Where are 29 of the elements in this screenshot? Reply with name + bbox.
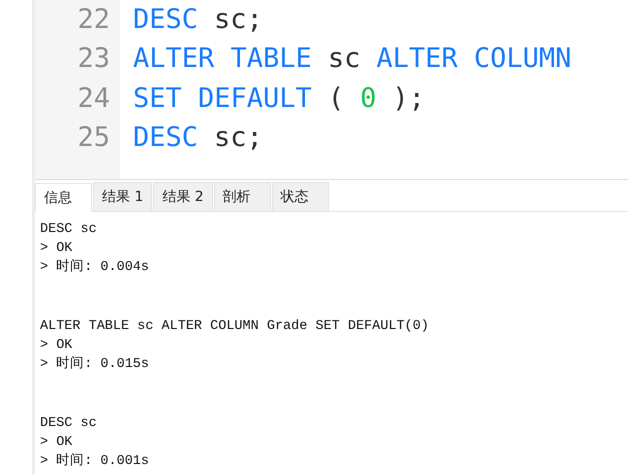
- sql-keyword: DESC: [133, 121, 198, 155]
- tab[interactable]: 结果 1: [93, 182, 152, 211]
- tab[interactable]: 剖析: [214, 182, 271, 211]
- log-line: > OK: [40, 240, 74, 258]
- code-text: sc: [328, 42, 360, 76]
- code-text: );: [392, 82, 425, 116]
- sql-keyword: ALTER TABLE: [133, 42, 312, 76]
- log-line: ALTER TABLE sc ALTER COLUMN Grade SET DEFAULT(0): [40, 318, 430, 336]
- log-line: > OK: [40, 337, 74, 355]
- tab[interactable]: 结果 2: [153, 182, 213, 211]
- line-number: 23: [77, 42, 110, 76]
- line-number: 24: [77, 82, 110, 116]
- code-text: (: [328, 82, 344, 116]
- code-text: sc;: [214, 121, 263, 155]
- code-text: sc;: [214, 2, 263, 36]
- line-number: 25: [77, 121, 110, 155]
- log-line: DESC sc: [40, 415, 98, 433]
- line-number: 22: [77, 2, 110, 36]
- sql-keyword: ALTER COLUMN: [376, 42, 572, 76]
- tab[interactable]: 信息: [35, 183, 92, 212]
- log-line: > 时间: 0.015s: [40, 355, 150, 374]
- number-literal: 0: [360, 82, 376, 116]
- sql-keyword: DESC: [133, 2, 198, 36]
- log-line: DESC sc: [40, 221, 98, 239]
- log-line: > 时间: 0.001s: [40, 452, 150, 471]
- log-line: > OK: [40, 434, 74, 452]
- sql-keyword: SET DEFAULT: [133, 82, 312, 116]
- tab[interactable]: 状态: [272, 182, 329, 211]
- log-line: > 时间: 0.004s: [40, 258, 150, 277]
